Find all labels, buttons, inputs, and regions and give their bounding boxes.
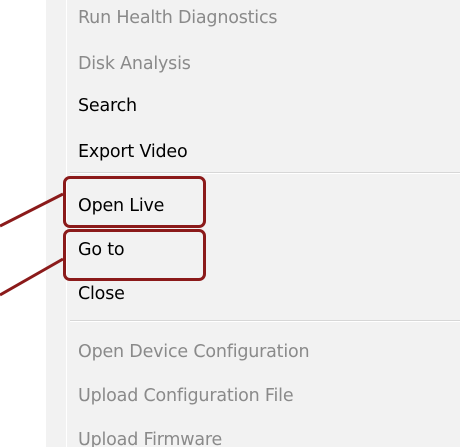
screenshot-stage: Run Health Diagnostics Disk Analysis Sea… [0, 0, 460, 447]
leader-line-go-to [0, 257, 64, 297]
callout-leader-lines [0, 192, 64, 297]
leader-line-open-live [0, 192, 64, 228]
